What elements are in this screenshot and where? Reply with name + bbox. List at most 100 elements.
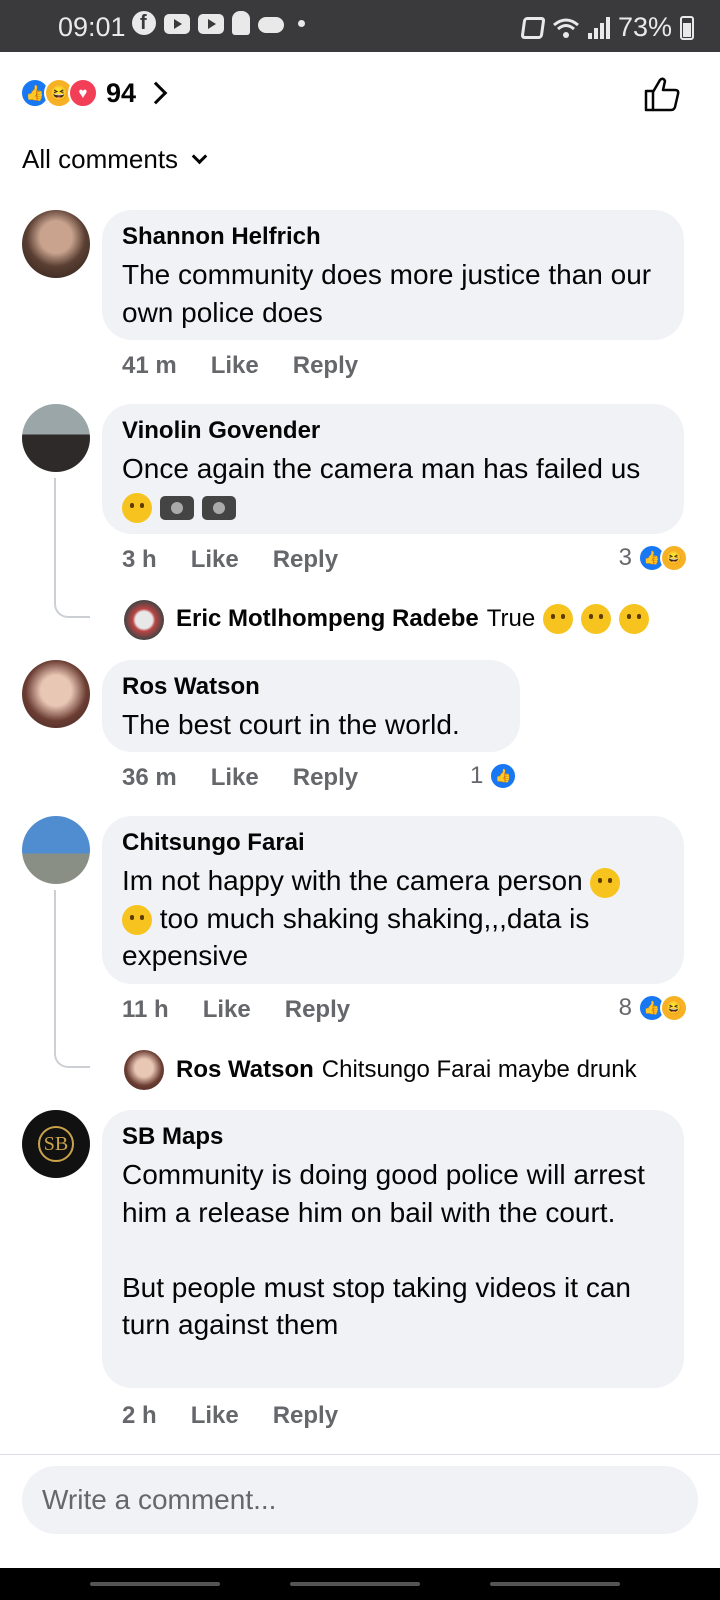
reply-text: Chitsungo Farai maybe drunk [321,1056,637,1083]
wifi-icon [552,18,579,38]
comment-bubble[interactable]: Vinolin Govender Once again the camera m… [102,404,684,534]
comment-text: The community does more justice than our… [122,259,659,328]
avatar[interactable] [22,816,90,884]
battery-label: 73% [617,12,672,42]
like-button[interactable]: Like [191,1402,239,1430]
comment-author[interactable]: SB Maps [122,1122,664,1152]
status-bar: 09:01 73% [0,0,720,52]
comment-actions: 3 h Like Reply [122,546,338,574]
battery-icon [680,15,694,40]
reply-button[interactable]: Reply [293,764,358,792]
avatar-logo: SB [38,1126,74,1162]
haha-reaction-icon: 😆 [660,544,688,572]
reply-button[interactable]: Reply [273,1402,338,1430]
video-camera-emoji-icon [201,496,236,521]
comment-time[interactable]: 36 m [122,764,177,792]
mute-icon [520,16,546,39]
status-time: 09:01 [58,12,126,42]
monocle-emoji-icon [122,905,152,936]
thread-line [54,890,90,1068]
thinking-emoji-icon [543,604,574,634]
reaction-summary[interactable]: 👍 😆 ♥ 94 [20,77,168,108]
comment-author[interactable]: Ros Watson [122,672,500,702]
comment-actions: 2 h Like Reply [122,1402,338,1430]
weather-icon [258,17,284,33]
comment-author[interactable]: Shannon Helfrich [122,222,664,252]
nav-home-button[interactable] [290,1582,420,1586]
comment-input[interactable]: Write a comment... [22,1466,698,1534]
camera-emoji-icon [159,496,194,521]
reaction-count: 1 [470,762,484,789]
love-reaction-icon: ♥ [68,78,98,108]
comment-author[interactable]: Vinolin Govender [122,416,664,446]
crying-emoji-icon [122,493,152,524]
system-nav-bar [0,1568,720,1600]
comment-reactions[interactable]: 8 👍 😆 [619,994,688,1022]
comment-text: Once again the camera man has failed us [122,450,664,525]
facebook-icon [132,11,156,35]
comment-time[interactable]: 41 m [122,352,177,380]
like-button[interactable]: Like [203,996,251,1024]
comment-text: Im not happy with the camera person too … [122,862,664,975]
reply-author: Eric Motlhompeng Radebe [176,605,479,632]
comment-text-line: Once again the camera man has failed us [122,453,641,484]
youtube-icon [164,14,190,34]
comment-text-line: Im not happy with the camera person [122,865,583,896]
comment-actions: 36 m Like Reply [122,764,358,792]
avatar[interactable] [124,1050,164,1090]
comment-time[interactable]: 11 h [122,996,169,1024]
chevron-right-icon [144,81,168,105]
comment-reactions[interactable]: 1 👍 [470,762,518,790]
reply-author: Ros Watson [176,1056,314,1083]
nav-back-button[interactable] [490,1582,620,1586]
thinking-emoji-icon [581,604,612,634]
avatar[interactable] [22,210,90,278]
comments-sheet: 👍 😆 ♥ 94 All comments Shannon Helfrich T… [0,52,720,1600]
comment-text: Community is doing good police will arre… [122,1159,645,1340]
nav-recent-button[interactable] [90,1582,220,1586]
reply-button[interactable]: Reply [293,352,358,380]
like-post-button[interactable] [642,74,682,114]
signal-icon [587,16,610,39]
dot-icon [298,19,305,27]
notification-icons [132,11,305,35]
reply-button[interactable]: Reply [273,546,338,574]
comment-actions: 11 h Like Reply [122,996,350,1024]
status-right: 73% [520,12,694,43]
comment-filter-dropdown[interactable]: All comments [22,144,208,175]
comment-text: The best court in the world. [122,709,460,740]
like-button[interactable]: Like [191,546,239,574]
comment-bubble[interactable]: Shannon Helfrich The community does more… [102,210,684,340]
comment-text-line: too much shaking shaking,,,data is [159,902,590,934]
thinking-emoji-icon [619,604,650,634]
like-reaction-icon: 👍 [489,762,518,790]
reply-text: True [486,605,536,632]
divider [0,1454,720,1455]
chevron-down-icon [191,148,208,165]
comment-text-line: expensive [122,940,249,971]
haha-reaction-icon: 😆 [660,994,688,1022]
comment-reactions[interactable]: 3 👍 😆 [619,544,688,572]
like-button[interactable]: Like [211,764,259,792]
thread-line [54,478,90,618]
reaction-total: 94 [106,77,137,108]
comment-actions: 41 m Like Reply [122,352,358,380]
avatar[interactable] [22,660,90,728]
figure-icon [232,11,250,35]
reply-preview[interactable]: Ros Watson Chitsungo Farai maybe drunk [176,1056,637,1084]
comment-bubble[interactable]: Chitsungo Farai Im not happy with the ca… [102,816,684,984]
avatar[interactable] [124,600,164,640]
reaction-count: 8 [618,994,632,1021]
reply-preview[interactable]: Eric Motlhompeng Radebe True [176,604,650,634]
comment-time[interactable]: 2 h [122,1402,157,1430]
comment-author[interactable]: Chitsungo Farai [122,828,664,858]
comment-bubble[interactable]: Ros Watson The best court in the world. [102,660,520,752]
reaction-count: 3 [618,544,632,571]
avatar[interactable] [22,404,90,472]
like-button[interactable]: Like [211,352,259,380]
reply-button[interactable]: Reply [285,996,350,1024]
comment-time[interactable]: 3 h [122,546,157,574]
comment-bubble[interactable]: SB Maps Community is doing good police w… [102,1110,684,1388]
avatar[interactable]: SB [22,1110,90,1178]
comment-input-placeholder: Write a comment... [42,1484,277,1515]
